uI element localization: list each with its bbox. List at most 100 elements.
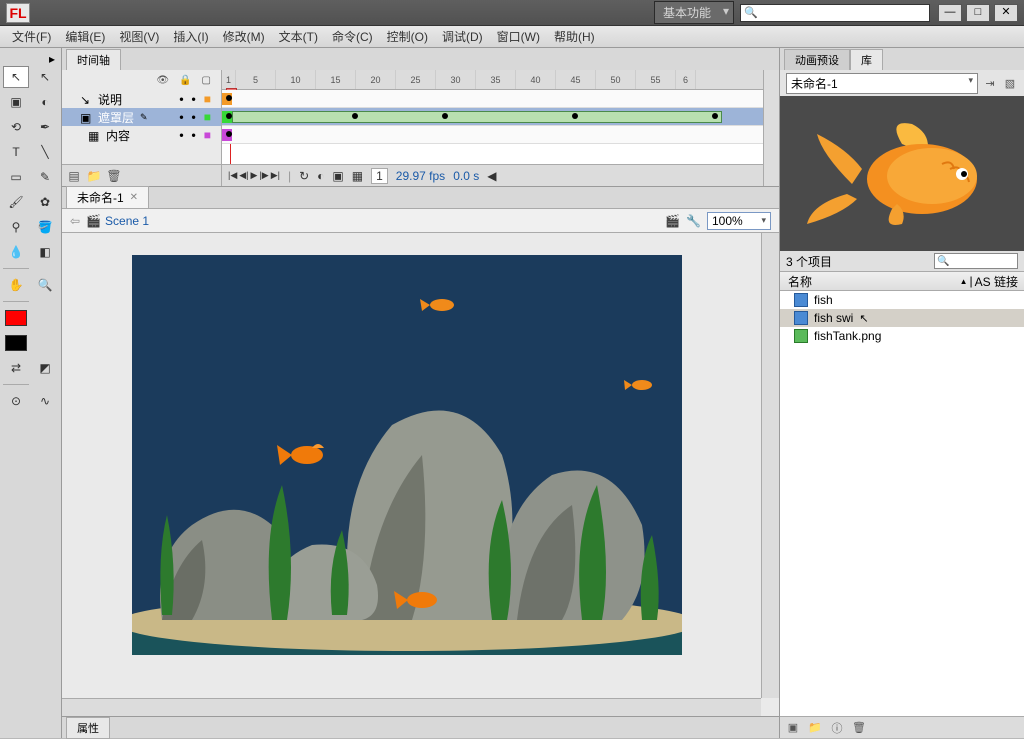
properties-tab[interactable]: 属性 (66, 717, 110, 739)
edit-scene-icon[interactable]: 🎬 (665, 214, 680, 228)
menu-window[interactable]: 窗口(W) (491, 26, 546, 47)
goldfish-preview-icon (792, 104, 1012, 244)
layer-row[interactable]: ↘ 说明 ••■ (62, 90, 221, 108)
lasso-tool[interactable]: ⟲ (3, 116, 29, 138)
onion-skin-button[interactable]: ◐ (317, 169, 324, 183)
zoom-tool[interactable]: 🔍 (32, 274, 58, 296)
pencil-icon: ✎ (140, 112, 148, 123)
fill-color[interactable] (3, 332, 29, 354)
zoom-field[interactable]: 100% (707, 212, 771, 230)
lock-column-icon[interactable]: 🔒 (179, 75, 191, 86)
frames-pane[interactable]: 1 5 10 15 20 25 30 35 40 45 50 55 6 (222, 70, 763, 186)
pencil-tool[interactable]: ✎ (32, 166, 58, 188)
menu-commands[interactable]: 命令(C) (326, 26, 379, 47)
layer-row[interactable]: ▣ 遮罩层 ✎ ••■ (62, 108, 221, 126)
onion-outlines-button[interactable]: ▣ (332, 169, 343, 183)
minimize-button[interactable]: — (938, 4, 962, 22)
timeline-ruler[interactable]: 1 5 10 15 20 25 30 35 40 45 50 55 6 (222, 70, 763, 90)
goto-first-button[interactable]: |◀ (228, 170, 237, 181)
brush-tool[interactable]: 🖌 (3, 191, 29, 213)
menu-control[interactable]: 控制(O) (381, 26, 434, 47)
menubar: 文件(F) 编辑(E) 视图(V) 插入(I) 修改(M) 文本(T) 命令(C… (0, 26, 1024, 48)
close-button[interactable]: ✕ (994, 4, 1018, 22)
frame-row[interactable] (222, 126, 763, 144)
search-input[interactable]: 🔍 (740, 4, 930, 22)
maximize-button[interactable]: □ (966, 4, 990, 22)
eraser-tool[interactable]: ◧ (32, 241, 58, 263)
stage[interactable] (132, 255, 682, 655)
bone-tool[interactable]: ⚲ (3, 216, 29, 238)
new-layer-button[interactable]: ▤ (66, 168, 82, 184)
text-tool[interactable]: T (3, 141, 29, 163)
panel-menu-icon[interactable]: ▸ (49, 52, 57, 60)
play-button[interactable]: ▶ (251, 170, 258, 181)
properties-panel-collapsed[interactable]: 属性 (62, 716, 779, 738)
delete-layer-button[interactable]: 🗑 (106, 168, 122, 184)
scene-breadcrumb[interactable]: 🎬 Scene 1 (86, 214, 149, 228)
menu-view[interactable]: 视图(V) (113, 26, 165, 47)
menu-insert[interactable]: 插入(I) (167, 26, 214, 47)
swap-colors[interactable]: ⇄ (3, 357, 29, 379)
back-icon[interactable]: ⇦ (70, 214, 80, 228)
layer-row[interactable]: ▦ 内容 ••■ (62, 126, 221, 144)
subselection-tool[interactable]: ↖ (32, 66, 58, 88)
default-colors[interactable]: ◩ (32, 357, 58, 379)
snap-tool[interactable]: ⊙ (3, 390, 29, 412)
3d-rotation-tool[interactable]: ◐ (32, 91, 58, 113)
step-forward-button[interactable]: |▶ (259, 170, 268, 181)
library-doc-dropdown[interactable]: 未命名-1 (786, 73, 978, 94)
menu-file[interactable]: 文件(F) (6, 26, 57, 47)
paint-bucket-tool[interactable]: 🪣 (32, 216, 58, 238)
pin-library-icon[interactable]: ⇥ (982, 75, 998, 91)
hand-tool[interactable]: ✋ (3, 274, 29, 296)
scene-icon: 🎬 (86, 214, 101, 228)
line-tool[interactable]: ╲ (32, 141, 58, 163)
library-item[interactable]: fish swi ↖ (780, 309, 1024, 327)
menu-modify[interactable]: 修改(M) (217, 26, 271, 47)
timeline-scroll-left[interactable]: ◀ (487, 169, 496, 183)
stage-area[interactable] (62, 233, 779, 716)
rectangle-tool[interactable]: ▭ (3, 166, 29, 188)
new-folder-button[interactable]: 📁 (86, 168, 102, 184)
library-footer: ▣ 📁 ⓘ 🗑 (780, 716, 1024, 738)
menu-debug[interactable]: 调试(D) (436, 26, 489, 47)
library-columns-header[interactable]: 名称 ▲| AS 链接 (780, 271, 1024, 291)
menu-text[interactable]: 文本(T) (273, 26, 324, 47)
delete-button[interactable]: 🗑 (850, 719, 868, 737)
free-transform-tool[interactable]: ▣ (3, 91, 29, 113)
edit-multiple-button[interactable]: ▦ (352, 169, 363, 183)
close-tab-icon[interactable]: ✕ (130, 192, 138, 203)
smooth-tool[interactable]: ∿ (32, 390, 58, 412)
document-tab[interactable]: 未命名-1 ✕ (66, 186, 149, 208)
new-symbol-button[interactable]: ▣ (784, 719, 802, 737)
stage-hscroll[interactable] (62, 698, 761, 716)
pen-tool[interactable]: ✒ (32, 116, 58, 138)
frame-row[interactable] (222, 90, 763, 108)
selection-tool[interactable]: ↖ (3, 66, 29, 88)
sort-icon[interactable]: ▲ (960, 277, 968, 286)
outline-column-icon[interactable]: ▢ (202, 75, 211, 86)
loop-button[interactable]: ↻ (299, 169, 309, 183)
edit-symbols-icon[interactable]: 🔧 (686, 214, 701, 228)
stroke-color[interactable] (3, 307, 29, 329)
visibility-column-icon[interactable]: 👁 (156, 75, 169, 86)
new-folder-button[interactable]: 📁 (806, 719, 824, 737)
menu-help[interactable]: 帮助(H) (548, 26, 601, 47)
deco-tool[interactable]: ✿ (32, 191, 58, 213)
workspace-dropdown[interactable]: 基本功能 (654, 1, 734, 24)
step-back-button[interactable]: ◀| (239, 170, 248, 181)
library-item[interactable]: fishTank.png (780, 327, 1024, 345)
timeline-tab[interactable]: 时间轴 (66, 49, 121, 70)
library-search[interactable]: 🔍 (934, 253, 1018, 269)
library-item[interactable]: fish (780, 291, 1024, 309)
frame-row[interactable] (222, 108, 763, 126)
timeline-scrollbar[interactable] (763, 70, 779, 186)
new-library-icon[interactable]: ▧ (1002, 75, 1018, 91)
menu-edit[interactable]: 编辑(E) (59, 26, 111, 47)
library-tab[interactable]: 库 (850, 49, 883, 70)
motion-presets-tab[interactable]: 动画预设 (784, 49, 850, 70)
eyedropper-tool[interactable]: 💧 (3, 241, 29, 263)
stage-vscroll[interactable] (761, 233, 779, 698)
properties-button[interactable]: ⓘ (828, 719, 846, 737)
goto-last-button[interactable]: ▶| (271, 170, 280, 181)
